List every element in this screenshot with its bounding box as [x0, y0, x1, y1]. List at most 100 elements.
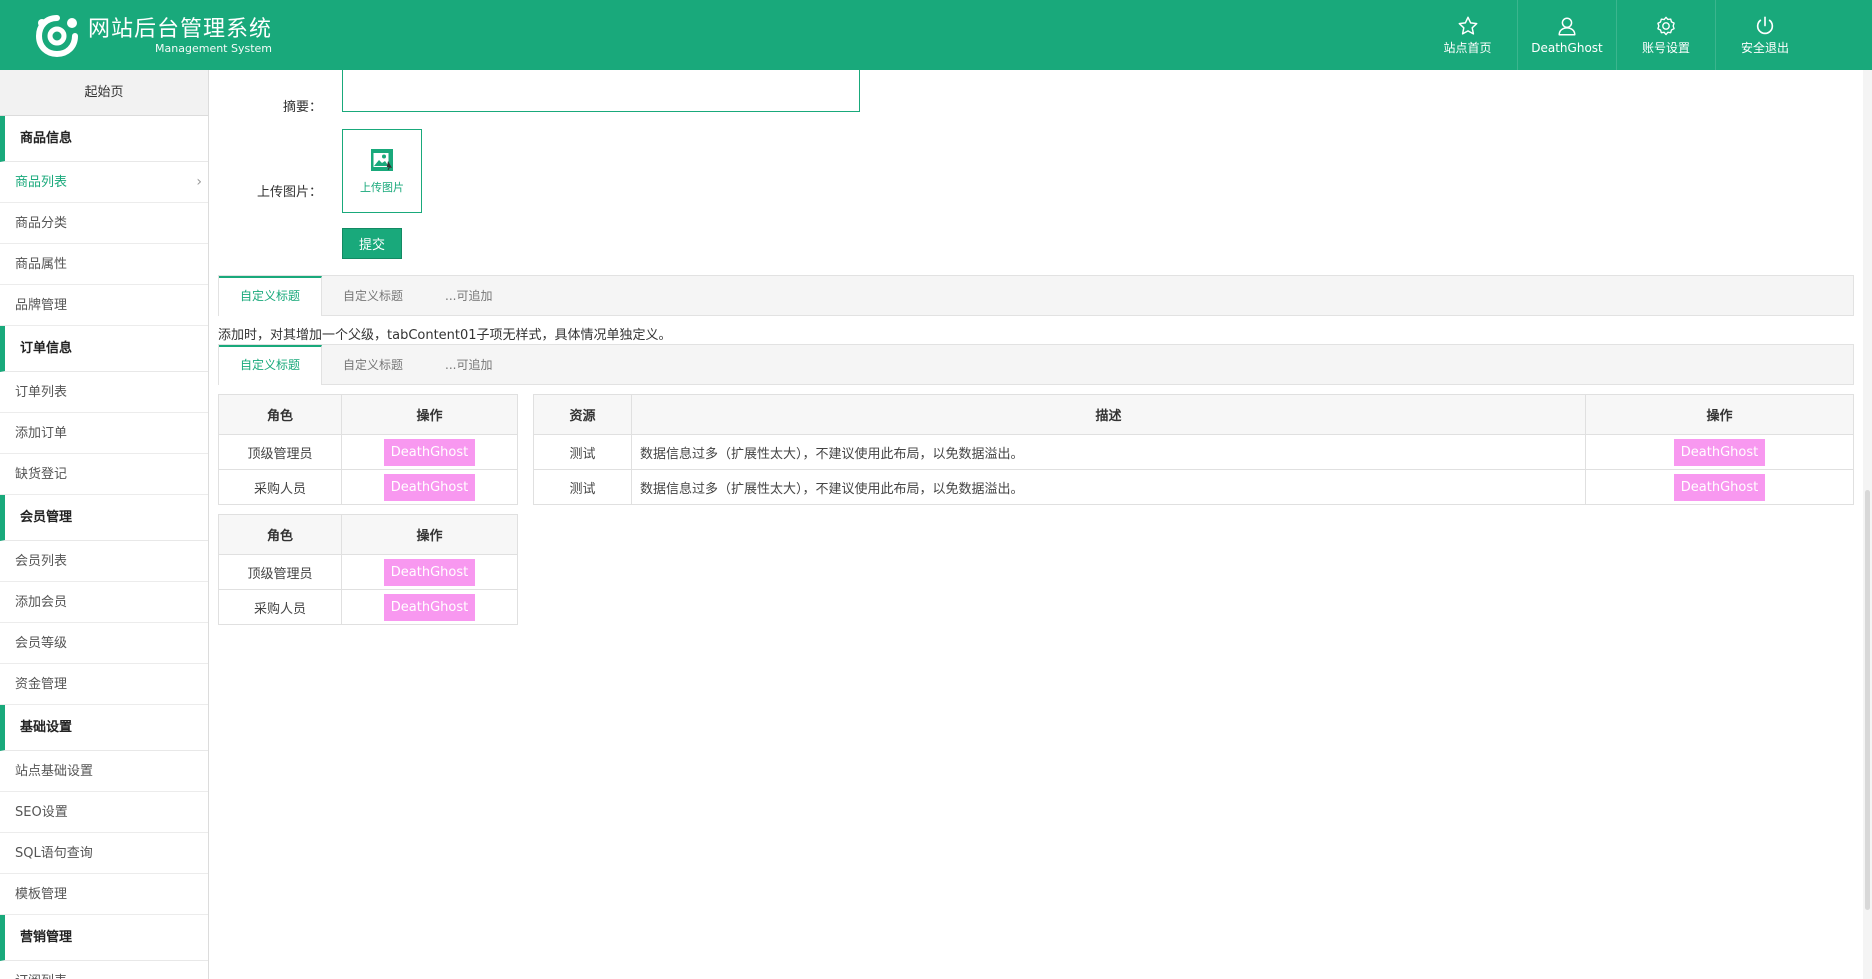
upload-label: 上传图片： [256, 185, 322, 200]
action-cell: DeathGhost [341, 589, 518, 625]
sidebar-item-order-list[interactable]: 订单列表 [0, 372, 208, 413]
sidebar-item-product-category[interactable]: 商品分类 [0, 203, 208, 244]
role-cell: 顶级管理员 [218, 554, 342, 590]
sidebar-item-fund-management[interactable]: 资金管理 [0, 664, 208, 705]
resource-cell: 测试 [533, 469, 632, 505]
table-row: 采购人员 DeathGhost [218, 469, 518, 505]
role-table: 角色 操作 顶级管理员 DeathGhost 采购人员 DeathGhost [218, 394, 518, 505]
logo-subtitle: Management System [155, 41, 273, 55]
table-row: 测试 数据信息过多（扩展性太大），不建议使用此布局，以免数据溢出。 DeathG… [533, 434, 1854, 470]
summary-textarea[interactable] [342, 70, 860, 112]
action-button[interactable]: DeathGhost [383, 593, 476, 621]
tab-custom-title-2[interactable]: 自定义标题 [322, 276, 424, 316]
submit-button[interactable]: 提交 [342, 228, 402, 259]
action-cell: DeathGhost [341, 469, 518, 505]
tab-more[interactable]: ...可追加 [424, 345, 513, 385]
sidebar-item-subscription-list[interactable]: 订阅列表 [0, 961, 208, 979]
role-cell: 顶级管理员 [218, 434, 342, 470]
page-scrollbar[interactable] [1863, 70, 1872, 979]
column-header-action: 操作 [341, 514, 518, 555]
sidebar-item-sql-query[interactable]: SQL语句查询 [0, 833, 208, 874]
column-header-role: 角色 [218, 514, 342, 555]
nav-label-home: 站点首页 [1443, 41, 1492, 55]
sidebar-item-product-attributes[interactable]: 商品属性 [0, 244, 208, 285]
tab-bar-1: 自定义标题 自定义标题 ...可追加 [218, 275, 1854, 316]
role-cell: 采购人员 [218, 589, 342, 625]
sidebar-item-add-member[interactable]: 添加会员 [0, 582, 208, 623]
sidebar-item-template-management[interactable]: 模板管理 [0, 874, 208, 915]
nav-label-settings: 账号设置 [1641, 41, 1690, 55]
sidebar-item-brand-management[interactable]: 品牌管理 [0, 285, 208, 326]
upload-image-button[interactable]: 上传图片 [342, 129, 422, 213]
summary-label: 摘要： [282, 100, 322, 115]
sidebar-item-add-order[interactable]: 添加订单 [0, 413, 208, 454]
tab-more[interactable]: ...可追加 [424, 276, 513, 316]
tab-custom-title-1[interactable]: 自定义标题 [219, 276, 323, 316]
action-cell: DeathGhost [1585, 469, 1854, 505]
column-header-action: 操作 [341, 394, 518, 435]
resource-table: 资源 描述 操作 测试 数据信息过多（扩展性太大），不建议使用此布局，以免数据溢… [533, 394, 1854, 505]
nav-account-settings[interactable]: 账号设置 [1616, 0, 1715, 70]
tab-custom-title-1[interactable]: 自定义标题 [219, 345, 323, 385]
column-header-role: 角色 [218, 394, 342, 435]
chevron-right-icon: › [196, 174, 202, 190]
action-button[interactable]: DeathGhost [1673, 438, 1766, 466]
resource-cell: 测试 [533, 434, 632, 470]
sidebar-group-basic-settings[interactable]: 基础设置 [0, 705, 208, 751]
sidebar-item-site-settings[interactable]: 站点基础设置 [0, 751, 208, 792]
logo[interactable]: 网站后台管理系统 Management System [34, 14, 272, 58]
user-icon [1558, 17, 1576, 36]
sidebar-start-page[interactable]: 起始页 [0, 70, 208, 116]
description-cell: 数据信息过多（扩展性太大），不建议使用此布局，以免数据溢出。 [631, 434, 1586, 470]
table-row: 顶级管理员 DeathGhost [218, 434, 518, 470]
action-button[interactable]: DeathGhost [383, 438, 476, 466]
description-cell: 数据信息过多（扩展性太大），不建议使用此布局，以免数据溢出。 [631, 469, 1586, 505]
sidebar-group-members[interactable]: 会员管理 [0, 495, 208, 541]
sidebar-item-member-level[interactable]: 会员等级 [0, 623, 208, 664]
role-table-2: 角色 操作 顶级管理员 DeathGhost 采购人员 DeathGhost [218, 514, 518, 625]
action-button[interactable]: DeathGhost [383, 558, 476, 586]
column-header-description: 描述 [631, 394, 1586, 435]
power-icon [1756, 16, 1774, 35]
sidebar-item-member-list[interactable]: 会员列表 [0, 541, 208, 582]
image-upload-icon [371, 149, 393, 171]
column-header-action: 操作 [1585, 394, 1854, 435]
upload-button-text: 上传图片 [360, 181, 404, 194]
upload-row: 上传图片： [210, 181, 330, 200]
tab-note-text: 添加时，对其增加一个父级，tabContent01子项无样式，具体情况单独定义。 [218, 328, 672, 343]
sidebar: 起始页 商品信息 商品列表 › 商品分类 商品属性 品牌管理 订单信息 订单列表… [0, 70, 209, 979]
table-row: 测试 数据信息过多（扩展性太大），不建议使用此布局，以免数据溢出。 DeathG… [533, 469, 1854, 505]
nav-logout[interactable]: 安全退出 [1715, 0, 1814, 70]
table-row: 采购人员 DeathGhost [218, 589, 518, 625]
sidebar-group-products[interactable]: 商品信息 [0, 116, 208, 162]
logo-icon [35, 15, 78, 58]
nav-user[interactable]: DeathGhost [1517, 0, 1616, 70]
action-cell: DeathGhost [1585, 434, 1854, 470]
header-nav: 站点首页 DeathGhost 账号设置 安全退出 [1418, 0, 1872, 70]
column-header-resource: 资源 [533, 394, 632, 435]
nav-label-user: DeathGhost [1531, 41, 1603, 55]
nav-label-logout: 安全退出 [1740, 41, 1789, 55]
top-header: 网站后台管理系统 Management System 站点首页 DeathGho… [0, 0, 1872, 70]
action-button[interactable]: DeathGhost [1673, 473, 1766, 501]
nav-site-home[interactable]: 站点首页 [1418, 0, 1517, 70]
sidebar-item-product-list[interactable]: 商品列表 › [0, 162, 208, 203]
gear-icon [1657, 16, 1675, 36]
star-icon [1458, 16, 1477, 35]
action-cell: DeathGhost [341, 554, 518, 590]
sidebar-group-orders[interactable]: 订单信息 [0, 326, 208, 372]
sidebar-item-label: 商品列表 [15, 175, 68, 190]
tab-bar-2: 自定义标题 自定义标题 ...可追加 [218, 344, 1854, 385]
sidebar-item-stockout-registration[interactable]: 缺货登记 [0, 454, 208, 495]
action-cell: DeathGhost [341, 434, 518, 470]
sidebar-item-seo-settings[interactable]: SEO设置 [0, 792, 208, 833]
scrollbar-thumb[interactable] [1865, 490, 1870, 910]
action-button[interactable]: DeathGhost [383, 473, 476, 501]
summary-row: 摘要： [210, 96, 330, 115]
role-cell: 采购人员 [218, 469, 342, 505]
logo-title: 网站后台管理系统 [88, 16, 273, 42]
table-row: 顶级管理员 DeathGhost [218, 554, 518, 590]
sidebar-group-marketing[interactable]: 营销管理 [0, 915, 208, 961]
tab-custom-title-2[interactable]: 自定义标题 [322, 345, 424, 385]
